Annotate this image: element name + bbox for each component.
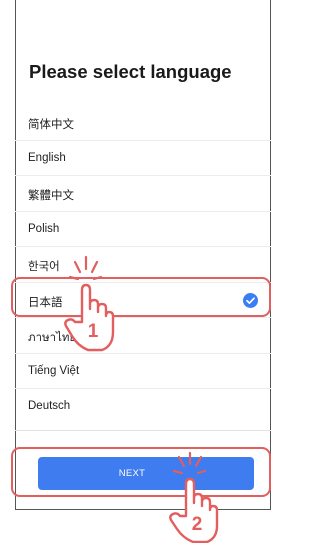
language-option-simplified-chinese[interactable]: 简体中文 [15,105,271,141]
language-label: 한국어 [28,261,60,273]
language-label: 简体中文 [28,119,74,131]
language-option-japanese[interactable]: 日本語 [15,283,271,318]
language-label: Tiếng Việt [28,364,80,377]
language-option-german[interactable]: Deutsch [15,389,271,425]
language-option-traditional-chinese[interactable]: 繁體中文 [15,176,271,212]
language-list: 简体中文 English 繁體中文 Polish 한국어 日本語 ภาษาไทย… [15,105,271,425]
language-label: 日本語 [28,296,63,309]
language-option-thai[interactable]: ภาษาไทย [15,318,271,354]
footer-divider [15,430,271,431]
language-label: ภาษาไทย [28,332,77,344]
check-circle-icon [243,292,258,308]
language-option-vietnamese[interactable]: Tiếng Việt [15,354,271,389]
page-title: Please select language [29,61,232,82]
language-label: Polish [28,222,60,235]
language-option-polish[interactable]: Polish [15,212,271,247]
language-label: 繁體中文 [28,190,74,202]
language-label: English [28,151,66,164]
next-button-label: NEXT [118,468,146,479]
next-button[interactable]: NEXT [38,457,254,490]
callout-number-2: 2 [192,514,203,535]
language-option-korean[interactable]: 한국어 [15,247,271,283]
language-option-english[interactable]: English [15,141,271,176]
language-label: Deutsch [28,400,71,412]
